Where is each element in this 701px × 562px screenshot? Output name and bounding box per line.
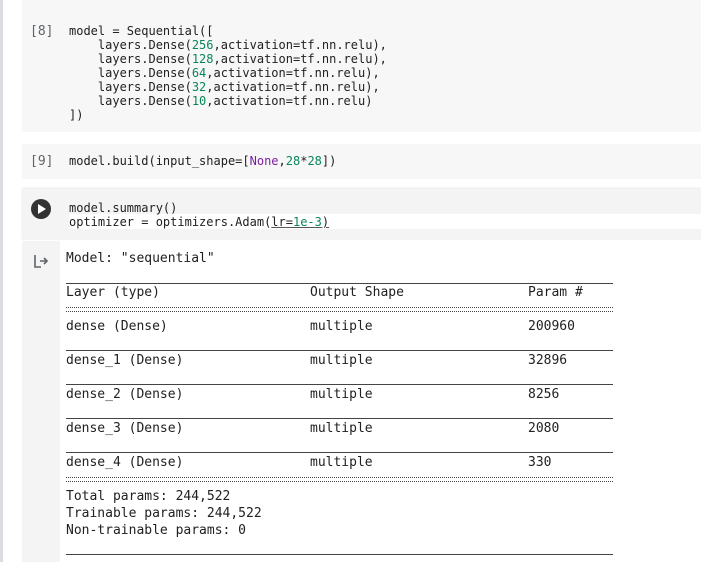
header-layer: Layer (type) (66, 285, 160, 300)
code-line: layers.Dense(128,activation=tf.nn.relu), (69, 52, 387, 66)
code-line: model = Sequential([ (69, 24, 214, 38)
model-name: Model: "sequential" (66, 251, 215, 266)
row-param: 8256 (528, 387, 560, 402)
code-editor[interactable]: model.summary() optimizer = optimizers.A… (69, 201, 329, 229)
code-editor[interactable]: model.build(input_shape=[None,28*28]) (69, 154, 336, 168)
header-shape: Output Shape (310, 285, 404, 300)
double-divider (66, 477, 613, 482)
double-divider (66, 307, 613, 312)
execution-count: [9] (30, 154, 54, 169)
code-text: optimizer = optimizers.Adam( (69, 215, 272, 229)
code-cell-9[interactable]: [9] model.build(input_shape=[None,28*28]… (22, 144, 701, 179)
code-text: , (278, 154, 286, 168)
play-icon (38, 204, 46, 214)
row-layer: dense_3 (Dense) (66, 421, 184, 436)
code-number: 1e-3 (292, 215, 322, 229)
code-line: layers.Dense(10,activation=tf.nn.relu) (69, 94, 373, 108)
code-text: ]) (321, 154, 337, 168)
row-param: 330 (528, 455, 552, 470)
row-shape: multiple (310, 319, 373, 334)
code-number: 32 (191, 80, 207, 94)
code-arg: lr (271, 215, 286, 229)
divider (66, 452, 613, 453)
code-number: 28 (307, 154, 322, 168)
trainable-params: Trainable params: 244,522 (66, 506, 262, 521)
row-shape: multiple (310, 387, 373, 402)
non-trainable-params: Non-trainable params: 0 (66, 523, 247, 538)
notebook-left-rule (0, 0, 3, 562)
code-text: ) (321, 215, 330, 229)
code-line: layers.Dense(64,activation=tf.nn.relu), (69, 66, 380, 80)
code-line: model.summary() (69, 201, 178, 215)
output-gutter (22, 241, 60, 562)
code-keyword: None (249, 154, 279, 168)
row-param: 200960 (528, 319, 575, 334)
code-number: 128 (191, 52, 214, 66)
row-shape: multiple (310, 421, 373, 436)
code-number: 256 (191, 38, 214, 52)
row-layer: dense (Dense) (66, 319, 168, 334)
code-line: layers.Dense(256,activation=tf.nn.relu), (69, 38, 387, 52)
divider (66, 283, 613, 284)
code-cell-active[interactable]: model.summary() optimizer = optimizers.A… (22, 189, 701, 240)
row-layer: dense_2 (Dense) (66, 387, 184, 402)
output-redirect-icon[interactable] (33, 253, 49, 269)
code-operator: = (285, 215, 293, 229)
code-line: ]) (69, 108, 84, 122)
divider (66, 554, 613, 555)
divider (66, 384, 613, 385)
divider (66, 350, 613, 351)
row-param: 32896 (528, 353, 568, 368)
code-line: layers.Dense(32,activation=tf.nn.relu), (69, 80, 380, 94)
divider (66, 418, 613, 419)
total-params: Total params: 244,522 (66, 489, 231, 504)
execution-count: [8] (30, 24, 54, 39)
code-text: model.build(input_shape=[ (69, 154, 250, 168)
row-layer: dense_1 (Dense) (66, 353, 184, 368)
run-cell-button[interactable] (31, 199, 51, 219)
header-param: Param # (528, 285, 583, 300)
code-number: 64 (191, 66, 207, 80)
code-number: 10 (191, 94, 207, 108)
code-number: 28 (285, 154, 301, 168)
row-shape: multiple (310, 455, 373, 470)
row-shape: multiple (310, 353, 373, 368)
code-editor[interactable]: model = Sequential([ layers.Dense(256,ac… (69, 24, 387, 122)
code-cell-8[interactable]: [8] model = Sequential([ layers.Dense(25… (22, 0, 701, 132)
cell-output: Model: "sequential" Layer (type) Output … (22, 241, 701, 562)
row-layer: dense_4 (Dense) (66, 455, 184, 470)
row-param: 2080 (528, 421, 560, 436)
